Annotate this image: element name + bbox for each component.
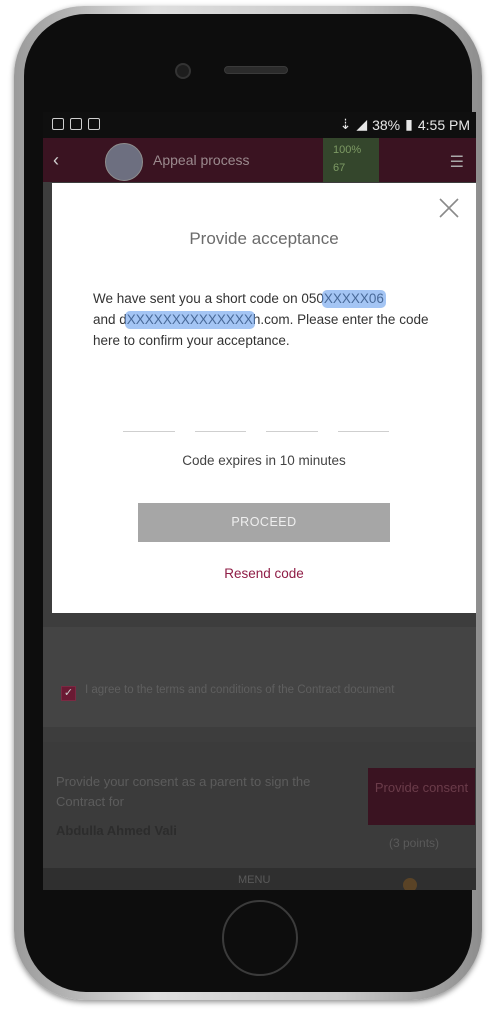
- resend-code-link[interactable]: Resend code: [52, 566, 476, 581]
- redacted-email: XXXXXXXXXXXXXX: [124, 309, 255, 330]
- provide-consent-button[interactable]: Provide consent: [368, 768, 475, 825]
- terms-section: [43, 627, 476, 727]
- message-text-middle: and d: [93, 312, 127, 327]
- avatar: [105, 143, 143, 181]
- message-text-start: We have sent you a short code on 050: [93, 291, 324, 306]
- points-indicator: 100% 67: [323, 138, 379, 182]
- clock: 4:55 PM: [417, 116, 470, 133]
- points-percent: 100%: [333, 144, 362, 156]
- terms-label: I agree to the terms and conditions of t…: [85, 684, 395, 696]
- proceed-button[interactable]: PROCEED: [138, 503, 390, 542]
- image-notification-icon: [52, 118, 64, 130]
- app-notification-icon: [70, 118, 82, 130]
- home-button[interactable]: [222, 900, 298, 976]
- student-name: Abdulla Ahmed Vali: [56, 823, 177, 838]
- consent-prompt: Provide your consent as a parent to sign…: [56, 774, 311, 809]
- app-bar: ‹ Appeal process 100% 67 ☰: [43, 138, 476, 182]
- code-expiry-text: Code expires in 10 minutes: [182, 453, 346, 468]
- menu-label[interactable]: MENU: [238, 874, 270, 886]
- earpiece-speaker: [224, 66, 288, 74]
- code-digit-2[interactable]: [194, 431, 246, 432]
- code-digit-4[interactable]: [337, 431, 389, 432]
- points-value: 67: [333, 162, 346, 174]
- front-camera: [175, 63, 191, 79]
- points-note: (3 points): [389, 836, 440, 850]
- acceptance-dialog: Provide acceptance We have sent you a sh…: [52, 183, 476, 613]
- dialog-message: We have sent you a short code on 050XXXX…: [93, 288, 433, 351]
- back-arrow-icon[interactable]: ‹: [53, 150, 59, 171]
- redacted-phone-number: XXXXX06: [321, 288, 387, 309]
- mail-notification-icon: [88, 118, 100, 130]
- phone-screen: ⇣ ◢ 38% ▮ 4:55 PM ‹ Appeal process 100% …: [43, 112, 476, 890]
- dialog-title: Provide acceptance: [189, 229, 339, 248]
- status-bar: ⇣ ◢ 38% ▮ 4:55 PM: [43, 112, 476, 138]
- close-icon[interactable]: [438, 197, 460, 219]
- wifi-signal-icon: ⇣: [339, 116, 352, 132]
- hamburger-menu-icon[interactable]: ☰: [450, 152, 464, 172]
- terms-checkbox[interactable]: ✓: [61, 686, 76, 701]
- cell-signal-icon: ◢: [356, 116, 368, 132]
- app-bar-title: Appeal process: [153, 152, 250, 168]
- code-input-group: [123, 431, 389, 433]
- menu-badge-icon: [403, 878, 417, 890]
- battery-icon: ▮: [405, 116, 413, 132]
- code-digit-3[interactable]: [266, 431, 318, 432]
- battery-percent: 38%: [372, 116, 401, 133]
- code-digit-1[interactable]: [123, 431, 175, 432]
